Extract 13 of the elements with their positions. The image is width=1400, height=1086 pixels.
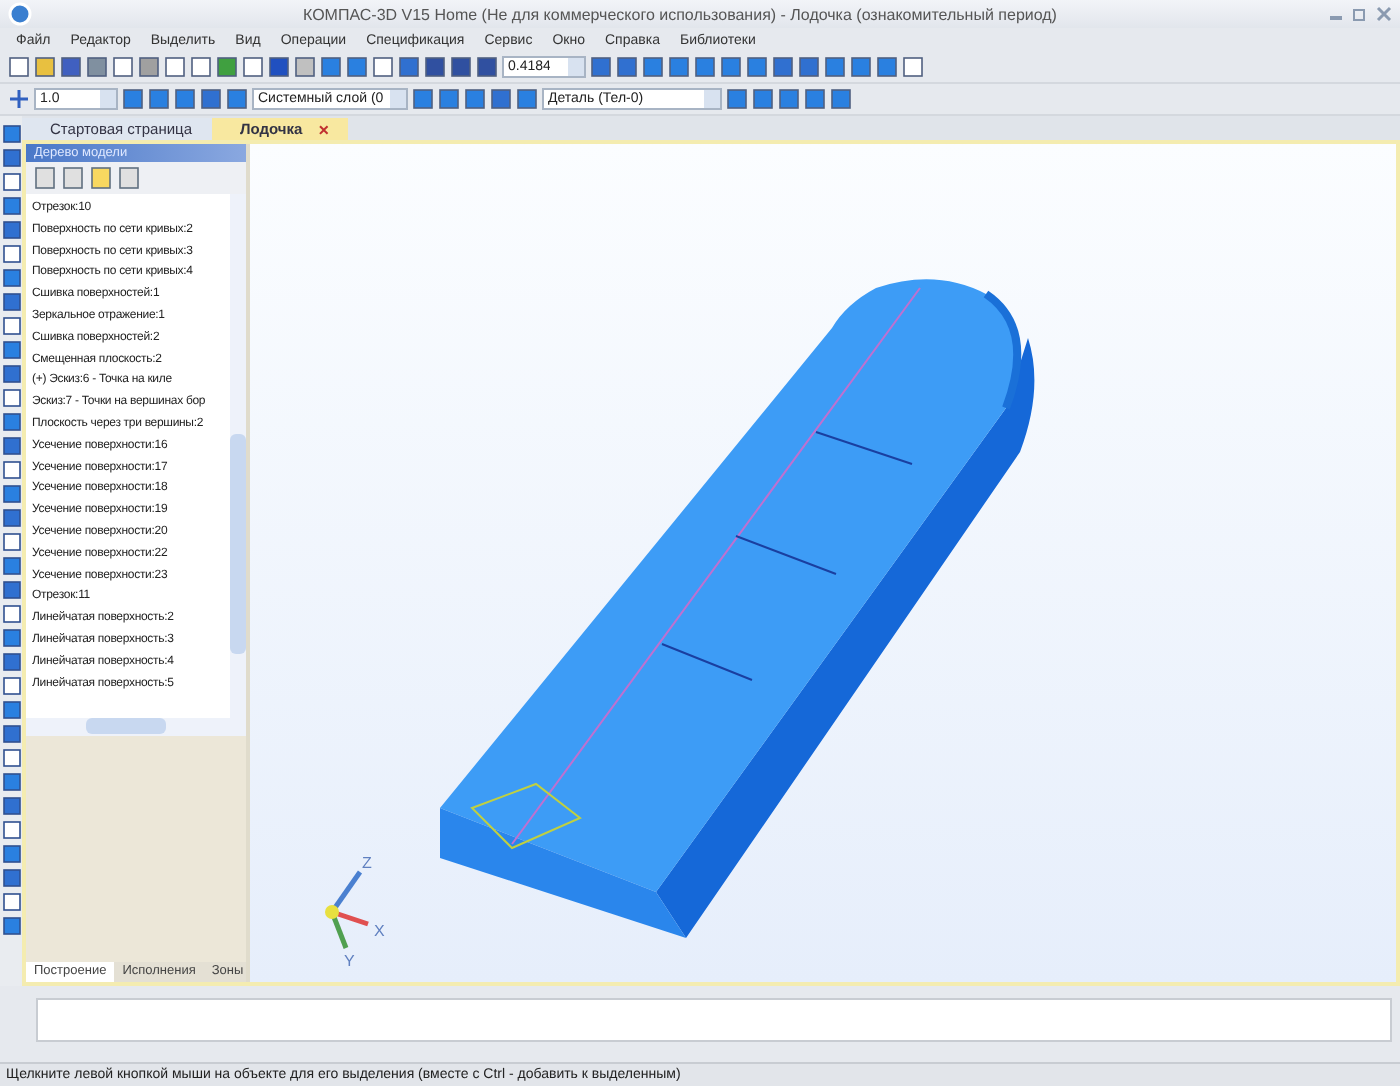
- axis-triad-drawing: [325, 870, 369, 949]
- app-logo-icon: [8, 2, 32, 26]
- restore-icon[interactable]: [1352, 6, 1368, 22]
- 3d-viewport[interactable]: Z X Y: [250, 144, 1396, 982]
- axis-label: Z: [362, 854, 372, 872]
- axis-label: Y: [344, 952, 355, 970]
- window-title: КОМПАС-3D V15 Home (Не для коммерческого использования) - Лодочка (ознакомительный период): [301, 5, 1059, 23]
- horizontal-scrollbar[interactable]: [26, 718, 246, 736]
- close-icon[interactable]: [1376, 6, 1392, 22]
- close-tab-button[interactable]: ×: [318, 119, 329, 139]
- command-field[interactable]: [36, 998, 1392, 1042]
- axis-label: X: [374, 922, 385, 940]
- vertical-scrollbar[interactable]: [230, 194, 246, 718]
